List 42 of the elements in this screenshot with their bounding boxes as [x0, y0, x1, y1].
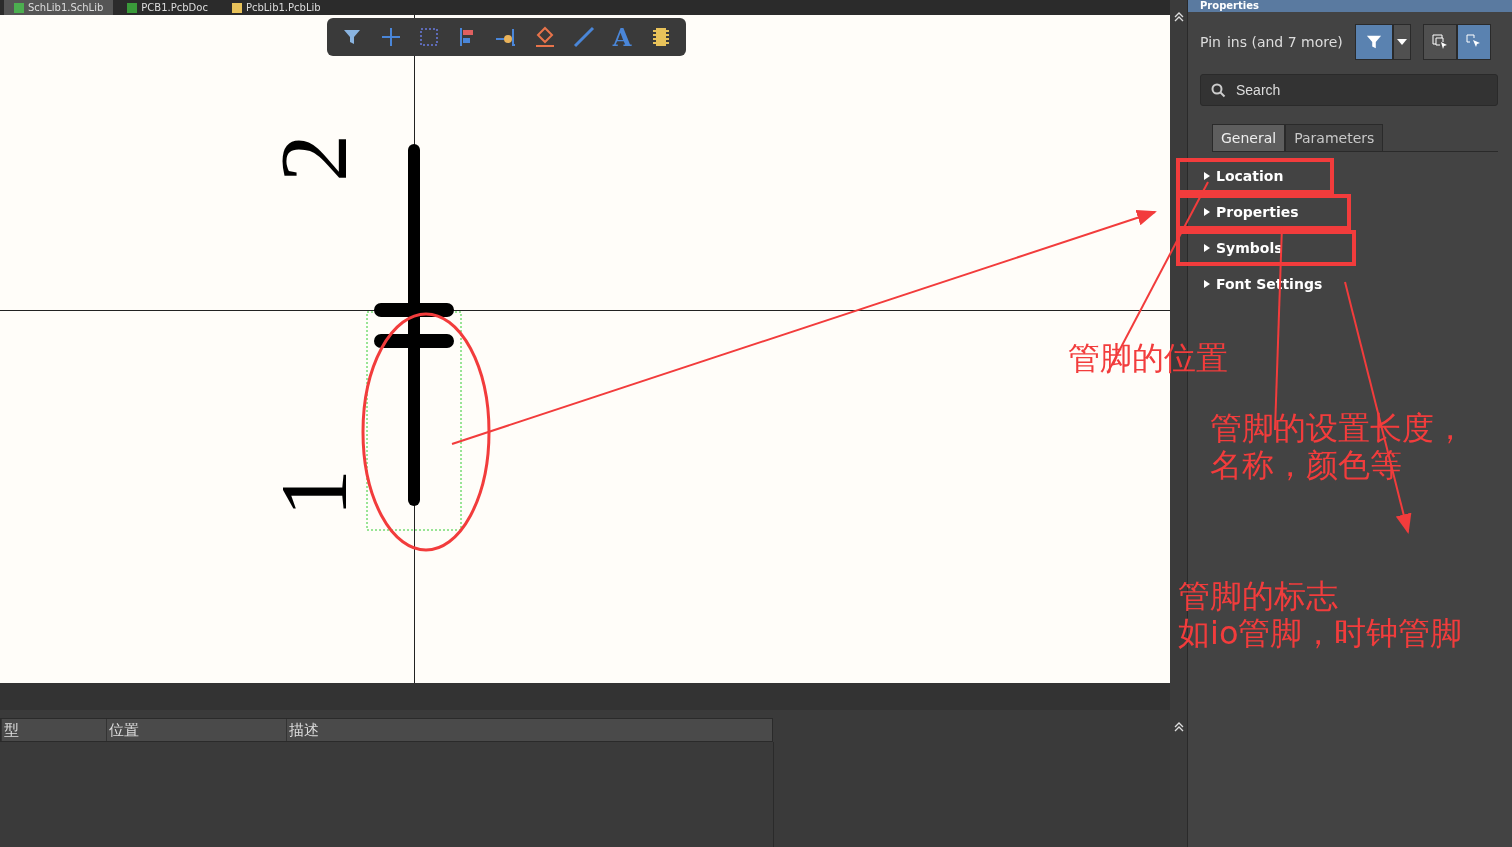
column-header: 位置 — [106, 719, 286, 741]
pin-number: 2 — [266, 134, 362, 182]
section-label[interactable]: Location — [1216, 168, 1284, 184]
panel-tab[interactable]: General — [1212, 124, 1286, 151]
crosshair-icon — [380, 27, 401, 47]
file-icon — [14, 2, 24, 13]
filter-icon — [1365, 34, 1382, 50]
diamond-fill-icon — [534, 26, 556, 48]
filter-icon — [343, 28, 362, 46]
panel-tab[interactable]: Parameters — [1285, 124, 1384, 151]
column-header: 描述 — [286, 719, 772, 741]
search-input[interactable]: Search — [1234, 81, 1478, 99]
column-header: 型 — [1, 719, 106, 741]
collapse-up-icon[interactable] — [1173, 12, 1184, 22]
pin-icon — [495, 27, 518, 47]
file-icon — [231, 2, 242, 13]
selection-mode-button[interactable] — [1456, 24, 1491, 60]
line-icon — [572, 26, 595, 48]
caret-icon — [1396, 39, 1407, 45]
pin-number: 1 — [266, 469, 362, 517]
selection-mode-button[interactable] — [1422, 24, 1457, 60]
selection-label: ins (and 7 more) — [1226, 34, 1343, 50]
selection-rectangle-icon — [419, 27, 440, 47]
annotation-box[interactable]: Properties — [1176, 194, 1351, 230]
collapse-up-icon[interactable] — [1173, 722, 1184, 732]
section-label[interactable]: Properties — [1216, 204, 1299, 220]
document-tab[interactable]: SchLib1.SchLib — [4, 0, 114, 15]
filter-button[interactable] — [1354, 24, 1393, 60]
caret-right-icon — [1204, 208, 1210, 216]
object-type-label: Pin — [1200, 34, 1221, 50]
chip-icon — [650, 26, 671, 48]
caret-right-icon — [1204, 172, 1210, 180]
file-icon — [127, 2, 138, 13]
panel-title: Properties — [1188, 0, 1512, 12]
document-tab[interactable]: PCB1.PcbDoc — [117, 0, 218, 15]
search-field[interactable]: Search — [1200, 74, 1498, 106]
annotation-text: 管脚的标志 如io管脚，时钟管脚 — [1178, 578, 1463, 652]
search-icon — [1211, 82, 1226, 98]
annotation-box[interactable]: Location — [1176, 158, 1334, 194]
document-tab[interactable]: PcbLib1.PcbLib — [221, 0, 331, 15]
caret-right-icon — [1204, 280, 1210, 288]
caret-right-icon — [1204, 244, 1210, 252]
